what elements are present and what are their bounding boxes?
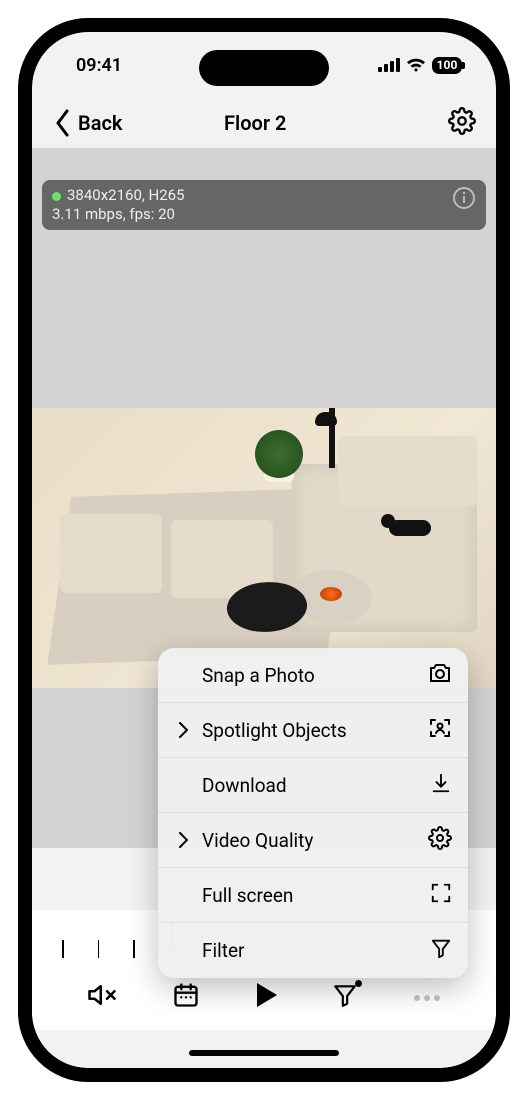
calendar-button[interactable] xyxy=(172,981,200,1013)
filter-icon xyxy=(430,937,452,964)
more-icon xyxy=(413,994,441,1002)
play-button[interactable] xyxy=(254,982,278,1012)
room-illustration xyxy=(32,408,496,688)
status-indicators: 100 xyxy=(378,57,462,74)
nav-bar: Back Floor 2 xyxy=(32,98,496,148)
menu-item-label: Filter xyxy=(202,939,420,962)
chevron-right-icon xyxy=(174,832,192,848)
scan-icon xyxy=(428,716,452,745)
speaker-muted-icon xyxy=(87,980,117,1010)
stream-info-overlay: 3840x2160, H265 3.11 mbps, fps: 20 xyxy=(42,180,486,230)
status-dot-icon xyxy=(52,192,61,201)
device-mockup: 09:41 100 xyxy=(0,0,528,1100)
info-icon xyxy=(452,186,476,210)
menu-item-label: Snap a Photo xyxy=(202,664,418,687)
camera-icon xyxy=(428,662,452,689)
filter-toolbar-button[interactable] xyxy=(332,982,358,1012)
stream-bitrate: 3.11 mbps, fps: 20 xyxy=(52,205,185,224)
filter-active-dot-icon xyxy=(355,980,362,987)
cellular-icon xyxy=(378,58,400,72)
filter-icon xyxy=(332,982,358,1008)
status-time: 09:41 xyxy=(76,55,122,76)
fullscreen-icon xyxy=(430,882,452,909)
home-indicator[interactable] xyxy=(189,1050,339,1056)
menu-full-screen[interactable]: Full screen xyxy=(158,868,468,923)
more-button[interactable] xyxy=(413,993,441,1002)
menu-spotlight-objects[interactable]: Spotlight Objects xyxy=(158,703,468,758)
play-icon xyxy=(254,982,278,1008)
menu-filter[interactable]: Filter xyxy=(158,923,468,978)
wifi-icon xyxy=(406,58,426,72)
stream-resolution: 3840x2160, H265 xyxy=(52,186,185,205)
menu-item-label: Spotlight Objects xyxy=(202,719,418,742)
info-button[interactable] xyxy=(452,186,476,214)
screen: 09:41 100 xyxy=(32,32,496,1068)
menu-snap-photo[interactable]: Snap a Photo xyxy=(158,648,468,703)
menu-download[interactable]: Download xyxy=(158,758,468,813)
gear-icon xyxy=(448,107,476,135)
page-title: Floor 2 xyxy=(62,111,448,135)
menu-video-quality[interactable]: Video Quality xyxy=(158,813,468,868)
menu-item-label: Video Quality xyxy=(202,829,418,852)
battery-icon: 100 xyxy=(432,57,462,74)
calendar-icon xyxy=(172,981,200,1009)
context-menu: Snap a Photo Spotlight Objects xyxy=(158,648,468,978)
mute-button[interactable] xyxy=(87,980,117,1014)
cat-object xyxy=(389,520,431,536)
phone-frame: 09:41 100 xyxy=(18,18,510,1082)
menu-item-label: Download xyxy=(202,774,420,797)
dynamic-island xyxy=(199,50,329,86)
settings-button[interactable] xyxy=(448,107,476,139)
gear-icon xyxy=(428,826,452,855)
camera-live-view[interactable] xyxy=(32,408,496,688)
chevron-right-icon xyxy=(174,722,192,738)
menu-item-label: Full screen xyxy=(202,884,420,907)
download-icon xyxy=(430,772,452,799)
